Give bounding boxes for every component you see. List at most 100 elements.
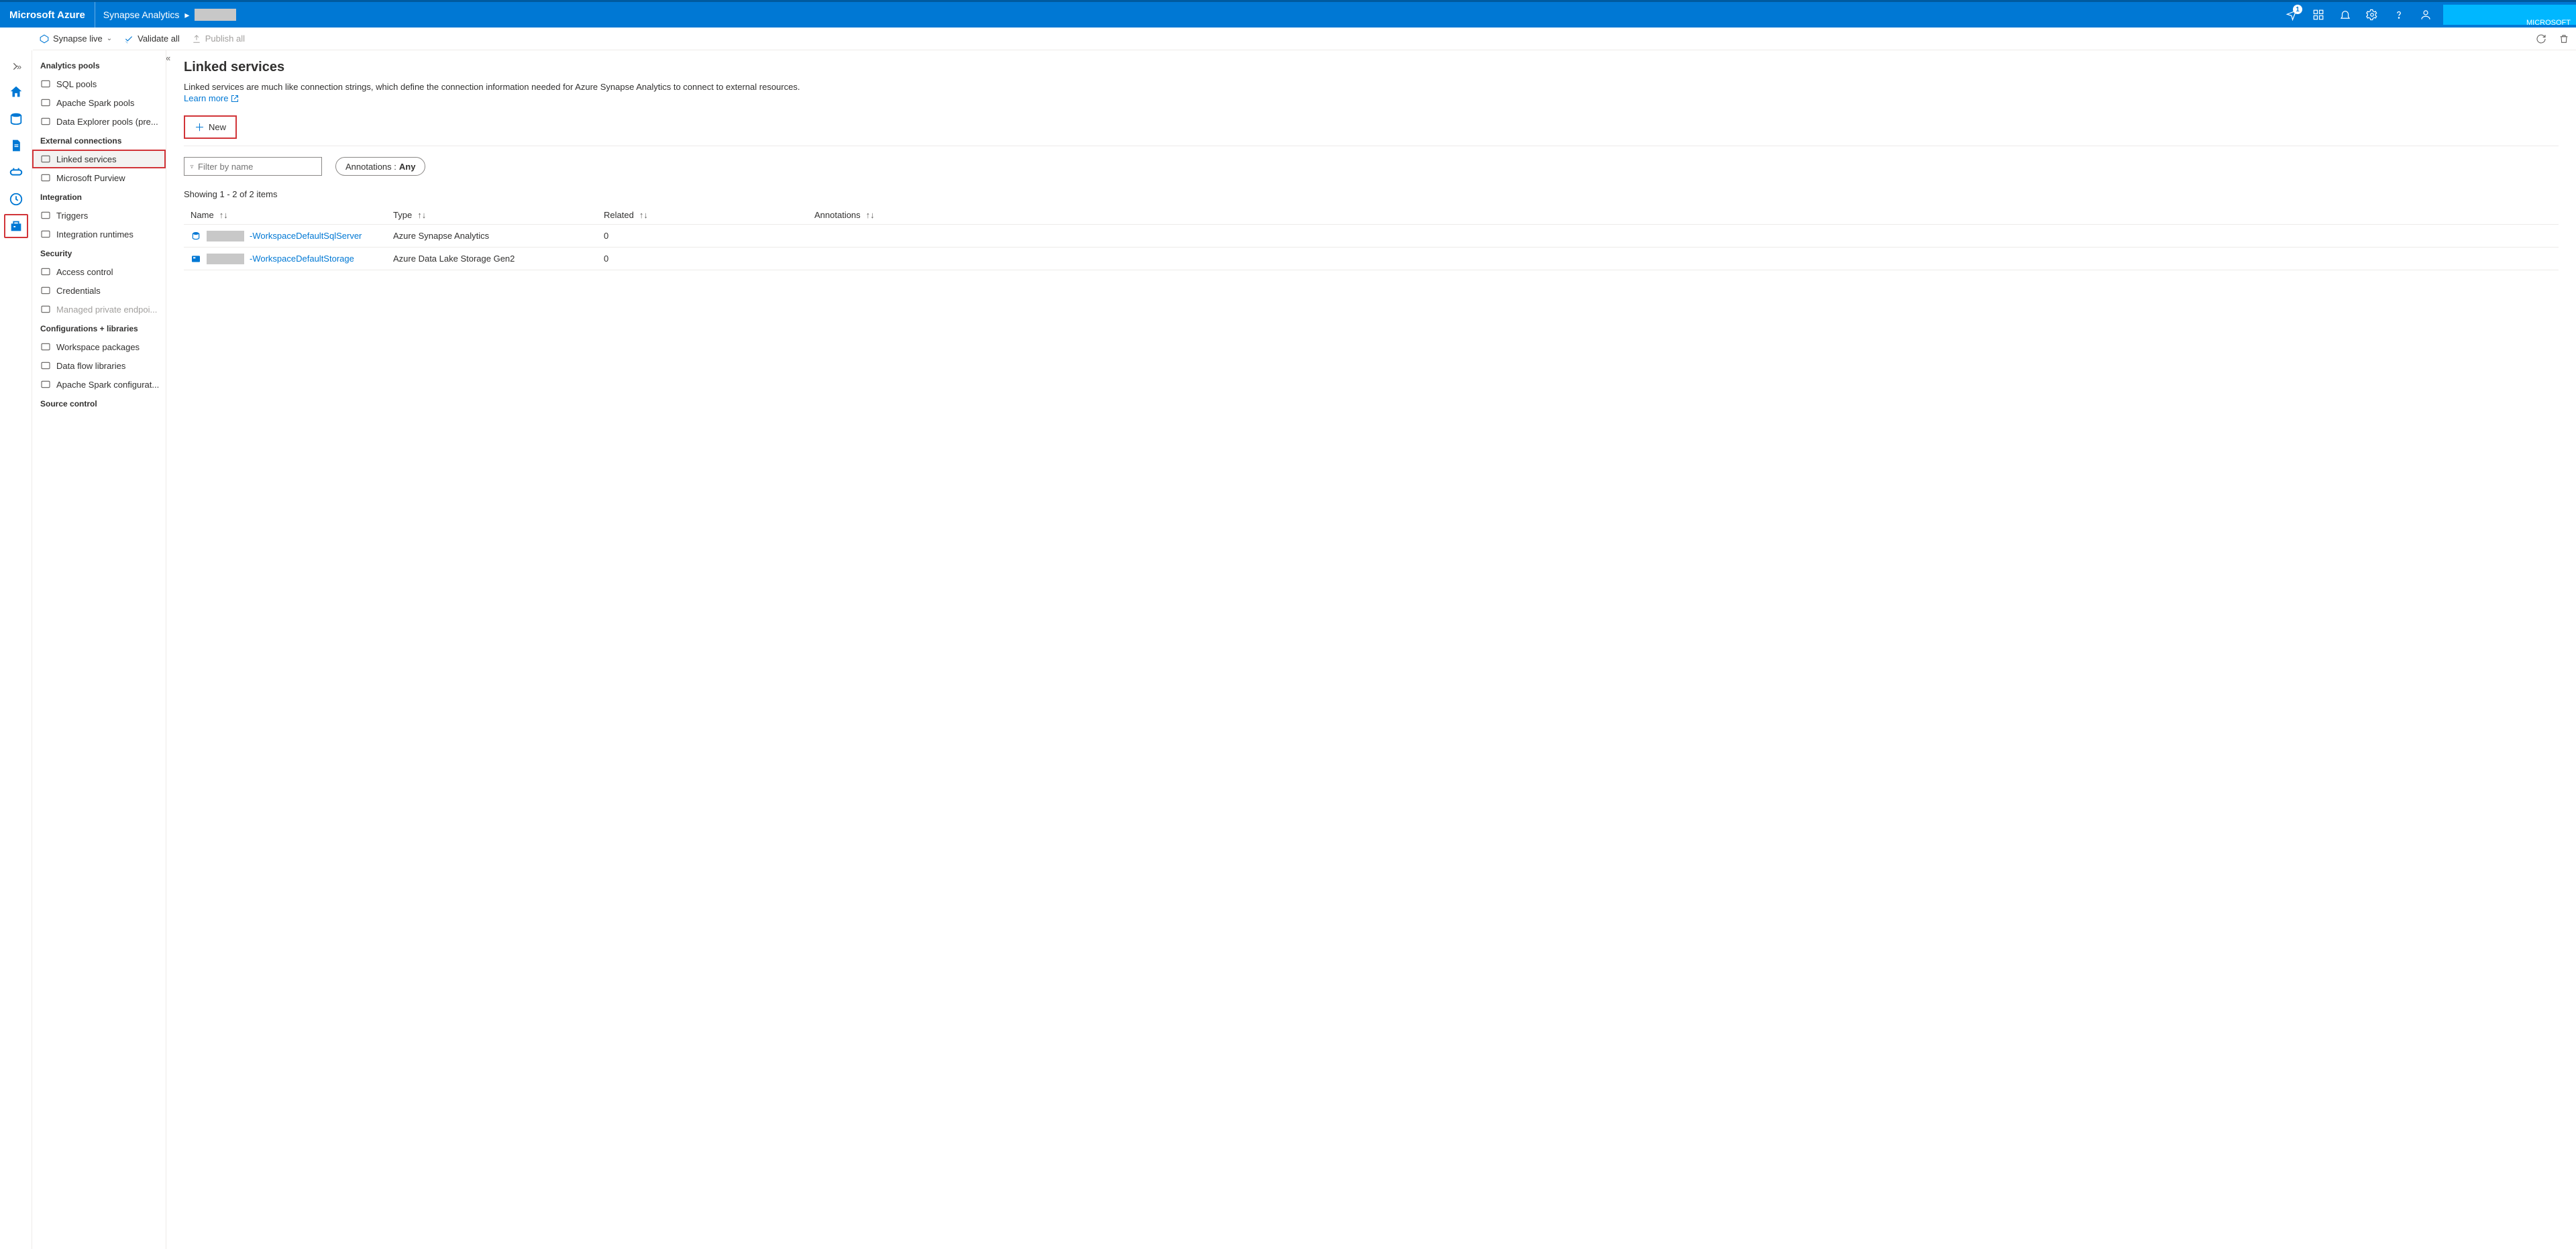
tree-item[interactable]: Integration runtimes [32,225,166,243]
plus-icon: ＋ [195,120,205,134]
tree-item-icon [40,266,51,277]
tree-item-label: Workspace packages [56,342,140,352]
annotations-label: Annotations : [345,162,396,172]
tree-item[interactable]: Apache Spark pools [32,93,166,112]
tree-section-header: Source control [32,394,166,413]
rail-manage-icon[interactable] [4,214,28,238]
delete-button[interactable] [2559,34,2569,44]
tree-item-label: Managed private endpoi... [56,305,157,315]
mode-label: Synapse live [53,34,103,44]
manage-tree: Analytics pools SQL pools Apache Spark poo… [32,50,166,1249]
tree-item-label: Apache Spark pools [56,98,134,108]
publish-label: Publish all [205,34,245,44]
mode-dropdown[interactable]: Synapse live ⌄ [40,34,112,44]
learn-more-link[interactable]: Learn more [184,93,239,103]
tree-item-icon [40,78,51,89]
tree-item[interactable]: Microsoft Purview [32,168,166,187]
table-row[interactable]: -WorkspaceDefaultStorageAzure Data Lake … [184,248,2559,270]
row-related: 0 [604,231,814,241]
filter-icon [190,162,194,171]
tree-item[interactable]: Data flow libraries [32,356,166,375]
page-description: Linked services are much like connection… [184,82,2559,92]
publish-all-button: Publish all [192,34,245,44]
tree-item-label: Microsoft Purview [56,173,125,183]
directory-icon[interactable] [2305,2,2332,28]
rail-data-icon[interactable] [4,107,28,131]
workspace-name-redacted [195,9,236,21]
tree-item[interactable]: Apache Spark configurat... [32,375,166,394]
validate-all-button[interactable]: Validate all [124,34,180,44]
column-type[interactable]: Type↑↓ [393,210,604,220]
filter-by-name-input[interactable] [184,157,322,176]
command-bar: Synapse live ⌄ Validate all Publish all [33,28,2576,50]
filter-input-field[interactable] [198,162,316,172]
tree-section-header: Configurations + libraries [32,319,166,337]
collapse-tree-button[interactable]: « [166,53,170,63]
annotations-filter[interactable]: Annotations : Any [335,157,425,176]
expand-rail-button[interactable]: » [0,56,32,77]
tree-item-icon [40,285,51,296]
left-rail: » [0,50,32,1249]
tree-item-icon [40,341,51,352]
row-type: Azure Synapse Analytics [393,231,604,241]
service-type-icon [191,254,201,264]
tree-item-label: Triggers [56,211,88,221]
help-icon[interactable] [2385,2,2412,28]
tree-item[interactable]: Data Explorer pools (pre... [32,112,166,131]
new-button[interactable]: ＋ New [184,115,237,139]
breadcrumb[interactable]: Synapse Analytics ▸ [95,9,245,21]
brand-label[interactable]: Microsoft Azure [0,2,95,28]
chevron-right-icon: ▸ [184,9,189,21]
global-header: Microsoft Azure Synapse Analytics ▸ 1 MI… [0,0,2576,28]
notifications-icon[interactable] [2332,2,2359,28]
refresh-button[interactable] [2536,34,2546,44]
linked-services-grid: Name↑↓ Type↑↓ Related↑↓ Annotations↑↓ -W… [184,206,2559,270]
tree-item[interactable]: Linked services [32,150,166,168]
tree-item[interactable]: Triggers [32,206,166,225]
rail-integrate-icon[interactable] [4,160,28,184]
sort-icon: ↑↓ [219,210,228,220]
sort-icon: ↑↓ [417,210,426,220]
validate-label: Validate all [138,34,180,44]
learn-more-label: Learn more [184,93,228,103]
settings-icon[interactable] [2359,2,2385,28]
tree-item-icon [40,379,51,390]
tree-item-label: Credentials [56,286,101,296]
linked-service-link[interactable]: -WorkspaceDefaultStorage [250,254,354,264]
tree-item-label: Integration runtimes [56,229,133,239]
rail-monitor-icon[interactable] [4,187,28,211]
linked-service-link[interactable]: -WorkspaceDefaultSqlServer [250,231,362,241]
tree-section-header: Analytics pools [32,56,166,74]
tree-item-icon [40,116,51,127]
tree-item-label: SQL pools [56,79,97,89]
tree-item[interactable]: SQL pools [32,74,166,93]
tree-item[interactable]: Workspace packages [32,337,166,356]
tree-item[interactable]: Credentials [32,281,166,300]
tree-section-header: External connections [32,131,166,150]
tree-item-icon [40,154,51,164]
service-type-icon [191,231,201,241]
feedback-icon[interactable]: 1 [2278,2,2305,28]
tenant-label: MICROSOFT [2526,19,2571,27]
result-count: Showing 1 - 2 of 2 items [184,189,2559,199]
new-label: New [209,122,226,132]
tree-item-icon [40,97,51,108]
page-title: Linked services [184,60,2559,75]
table-row[interactable]: -WorkspaceDefaultSqlServer Azure Synapse … [184,225,2559,248]
tree-item-label: Data Explorer pools (pre... [56,117,158,127]
tree-section-header: Integration [32,187,166,206]
rail-home-icon[interactable] [4,80,28,104]
row-related: 0 [604,254,814,264]
column-name[interactable]: Name↑↓ [184,210,393,220]
column-related[interactable]: Related↑↓ [604,210,814,220]
tree-item-label: Apache Spark configurat... [56,380,159,390]
tree-item-label: Access control [56,267,113,277]
tree-item-icon [40,210,51,221]
sort-icon: ↑↓ [866,210,875,220]
rail-develop-icon[interactable] [4,133,28,158]
tree-item-icon [40,360,51,371]
tree-item-icon [40,304,51,315]
tree-item[interactable]: Access control [32,262,166,281]
column-annotations[interactable]: Annotations↑↓ [814,210,2559,220]
account-icon[interactable] [2412,2,2439,28]
